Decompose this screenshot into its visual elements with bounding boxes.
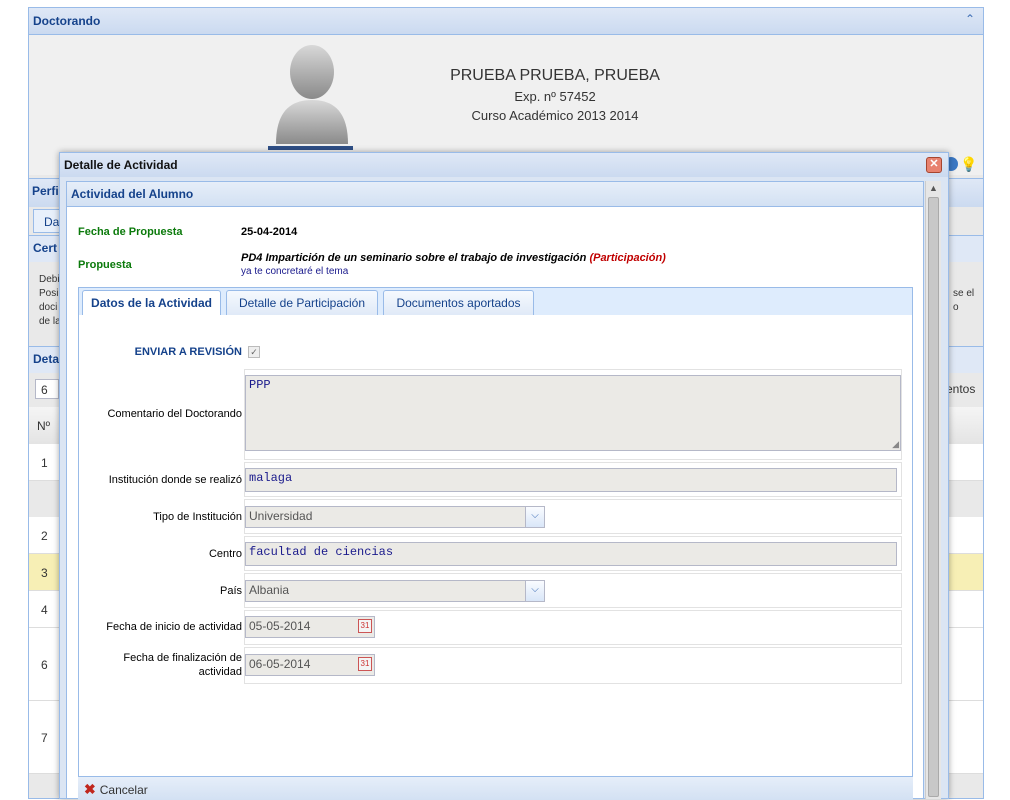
comentario-textarea[interactable]: PPP ◢ [245, 375, 901, 451]
pais-label: País [219, 585, 242, 597]
actividad-panel-title: Actividad del Alumno [71, 187, 194, 201]
propuesta-type: (Participación) [589, 252, 666, 264]
fecha-fin-label-line1: Fecha de finalización de [123, 652, 242, 664]
fecha-fin-field[interactable]: 06-05-2014 31 [245, 654, 375, 676]
text-fragment-right-2: o [953, 302, 959, 313]
tab-datos-actividad[interactable]: Datos de la Actividad [82, 290, 221, 317]
fecha-propuesta-label: Fecha de Propuesta [78, 226, 183, 238]
close-button[interactable]: ✕ [926, 157, 942, 173]
propuesta-title: PD4 Impartición de un seminario sobre el… [241, 252, 666, 264]
detalle-fragment: Deta [33, 352, 60, 366]
scroll-thumb[interactable] [928, 197, 939, 797]
tab-detalle-participacion[interactable]: Detalle de Participación [226, 290, 378, 316]
text-fragment-1: Debi [39, 274, 60, 285]
vertical-scrollbar[interactable]: ▲ [925, 181, 941, 799]
scroll-up-icon[interactable]: ▲ [929, 183, 938, 193]
cancel-icon: ✖ [84, 781, 96, 797]
perfil-fragment: Perfi [32, 184, 59, 198]
calendar-icon[interactable]: 31 [358, 619, 372, 633]
student-name: PRUEBA PRUEBA, PRUEBA [450, 67, 660, 84]
cert-fragment: Cert [33, 241, 58, 255]
resize-handle-icon[interactable]: ◢ [892, 440, 899, 450]
text-fragment-4: de la [39, 316, 61, 327]
tipo-label: Tipo de Institución [153, 511, 242, 523]
centro-label: Centro [208, 548, 242, 560]
page-size-field[interactable]: 6 [35, 379, 59, 399]
fecha-fin-label-line2: actividad [198, 666, 242, 678]
text-fragment-right-1: se el [953, 288, 975, 299]
propuesta-code: PD4 Impartición de un seminario sobre el… [241, 252, 587, 264]
enviar-revision-label: ENVIAR A REVISIÓN [134, 346, 242, 358]
text-fragment-2: Posi [39, 288, 59, 299]
student-expediente: Exp. nº 57452 [514, 89, 596, 104]
calendar-icon[interactable]: 31 [358, 657, 372, 671]
fecha-propuesta-value: 25-04-2014 [241, 226, 298, 238]
actividad-panel-header: Actividad del Alumno [67, 182, 923, 207]
panel-title: Doctorando [33, 14, 101, 28]
fecha-inicio-label: Fecha de inicio de actividad [106, 621, 242, 633]
tab-documentos-aportados[interactable]: Documentos aportados [383, 290, 534, 316]
student-course: Curso Académico 2013 2014 [471, 108, 639, 123]
chevron-down-icon[interactable]: ⌵ [525, 581, 544, 601]
text-fragment-3: doci [39, 302, 58, 313]
propuesta-note: ya te concretaré el tema [241, 266, 349, 277]
doctorando-panel-header: Doctorando ⌃ [29, 8, 983, 35]
avatar [268, 45, 353, 150]
centro-field[interactable]: facultad de ciencias [245, 542, 897, 566]
cancel-button[interactable]: ✖ Cancelar [84, 781, 148, 797]
enviar-revision-checkbox[interactable]: ✓ [248, 346, 260, 358]
institucion-label: Institución donde se realizó [108, 474, 242, 486]
dialog-footer [78, 776, 913, 800]
close-icon: ✕ [929, 158, 939, 170]
grid-num-header: Nº [37, 419, 51, 433]
lightbulb-icon[interactable]: 💡 [960, 156, 977, 173]
fecha-inicio-field[interactable]: 05-05-2014 31 [245, 616, 375, 638]
propuesta-label: Propuesta [78, 259, 132, 271]
dialog-title: Detalle de Actividad [64, 158, 178, 172]
documentos-fragment: entos [946, 382, 976, 396]
chevron-down-icon[interactable]: ⌵ [525, 507, 544, 527]
pais-select[interactable]: Albania ⌵ [245, 580, 545, 602]
tipo-institucion-select[interactable]: Universidad ⌵ [245, 506, 545, 528]
dialog-header[interactable]: Detalle de Actividad [60, 153, 948, 177]
collapse-icon[interactable]: ⌃ [965, 12, 975, 26]
institucion-field[interactable]: malaga [245, 468, 897, 492]
comentario-label: Comentario del Doctorando [107, 408, 242, 420]
